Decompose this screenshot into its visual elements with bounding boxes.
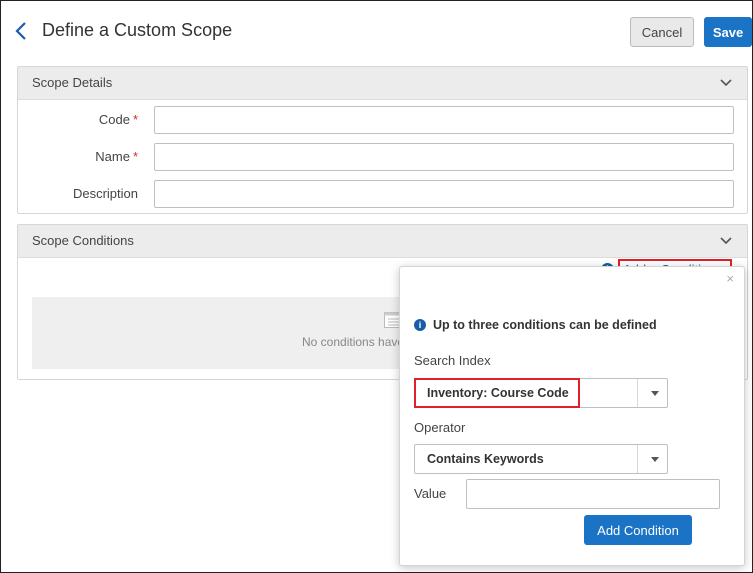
scope-details-header[interactable]: Scope Details [18, 67, 747, 100]
info-icon: i [414, 319, 426, 331]
scope-details-title: Scope Details [32, 75, 113, 90]
page-header: Define a Custom Scope Cancel Save [1, 1, 752, 57]
required-marker: * [132, 149, 138, 164]
operator-select[interactable]: Contains Keywords [414, 444, 668, 474]
description-label-text: Description [72, 186, 138, 201]
back-chevron-icon[interactable] [11, 20, 33, 42]
chevron-down-icon[interactable] [719, 78, 733, 88]
name-label: Name * [18, 149, 138, 164]
value-label: Value [414, 486, 447, 501]
add-condition-button[interactable]: Add Condition [584, 515, 692, 545]
save-button[interactable]: Save [704, 17, 752, 47]
code-input[interactable] [154, 106, 734, 134]
empty-conditions-text: No conditions have [302, 335, 405, 349]
description-input[interactable] [154, 180, 734, 208]
required-marker: * [132, 112, 138, 127]
name-label-text: Name [95, 149, 130, 164]
value-input[interactable] [466, 479, 720, 509]
app-window: Define a Custom Scope Cancel Save Scope … [0, 0, 753, 573]
scope-details-panel: Scope Details Code * Name * Description [17, 66, 748, 214]
search-index-value: Inventory: Course Code [427, 386, 569, 400]
info-message: Up to three conditions can be defined [433, 318, 657, 332]
add-condition-popover: × i Up to three conditions can be define… [399, 266, 745, 566]
code-label-text: Code [98, 112, 130, 127]
operator-label: Operator [414, 420, 466, 435]
scope-conditions-title: Scope Conditions [32, 233, 134, 248]
operator-value: Contains Keywords [427, 452, 544, 466]
close-icon[interactable]: × [726, 271, 734, 286]
select-divider [637, 379, 638, 407]
search-index-select[interactable]: Inventory: Course Code [414, 378, 668, 408]
page-title: Define a Custom Scope [42, 20, 233, 40]
chevron-down-icon[interactable] [719, 236, 733, 246]
caret-down-icon [651, 391, 659, 396]
search-index-label: Search Index [414, 353, 491, 368]
caret-down-icon [651, 457, 659, 462]
code-label: Code * [18, 112, 138, 127]
select-divider [637, 445, 638, 473]
description-label: Description [18, 186, 138, 201]
scope-conditions-header[interactable]: Scope Conditions [18, 225, 747, 258]
cancel-button[interactable]: Cancel [630, 17, 694, 47]
name-input[interactable] [154, 143, 734, 171]
